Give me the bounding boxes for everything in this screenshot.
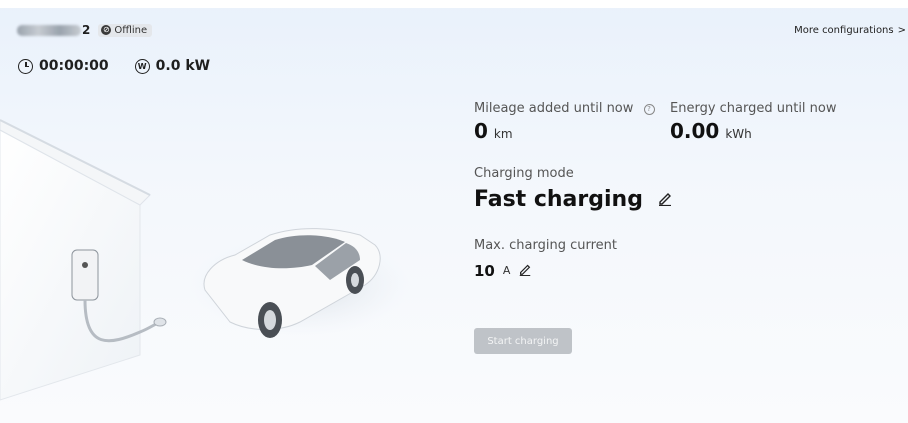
energy-block: Energy charged until now — [670, 97, 837, 116]
energy-label: Energy charged until now — [670, 101, 837, 116]
mileage-label: Mileage added until now — [474, 101, 634, 116]
charging-mode-row: Fast charging — [474, 187, 673, 212]
energy-value: 0.00 — [670, 119, 720, 143]
device-name-suffix: 2 — [82, 23, 91, 37]
power-value: 0.0 kW — [155, 58, 211, 74]
mileage-value: 0 — [474, 119, 488, 143]
mileage-value-row: 0 km — [474, 119, 513, 143]
max-current-unit: A — [502, 264, 511, 277]
info-icon[interactable]: ? — [643, 104, 655, 115]
duration-stat: 00:00:00 — [18, 58, 109, 74]
top-strip — [0, 0, 908, 8]
max-current-value: 10 — [474, 261, 495, 280]
power-stat: W 0.0 kW — [134, 58, 211, 74]
edit-max-current-pencil-icon[interactable] — [518, 261, 532, 280]
device-header: 2 ⊘ Offline — [17, 23, 153, 37]
mileage-unit: km — [493, 127, 513, 141]
energy-unit: kWh — [725, 127, 752, 141]
mileage-block: Mileage added until now ? — [474, 97, 655, 116]
charging-mode-value: Fast charging — [474, 187, 643, 212]
house-wall — [0, 129, 141, 401]
charging-mode-label: Charging mode — [474, 166, 574, 181]
device-name: 2 — [17, 23, 90, 37]
chevron-right-icon: > — [897, 25, 906, 36]
power-w-icon: W — [134, 58, 150, 74]
edit-charging-mode-pencil-icon[interactable] — [657, 190, 673, 210]
status-label: Offline — [114, 24, 148, 36]
start-charging-button[interactable]: Start charging — [474, 328, 572, 354]
offline-icon: ⊘ — [101, 25, 112, 35]
energy-value-row: 0.00 kWh — [670, 119, 752, 143]
max-current-label: Max. charging current — [474, 238, 617, 253]
device-name-redacted — [17, 24, 81, 36]
duration-value: 00:00:00 — [39, 58, 109, 74]
status-badge: ⊘ Offline — [98, 23, 153, 37]
wallbox-charger — [71, 249, 99, 301]
clock-icon — [18, 58, 33, 74]
session-stats: 00:00:00 W 0.0 kW — [18, 58, 210, 74]
more-configurations-link[interactable]: More configurations > — [794, 25, 906, 36]
charging-illustration — [0, 119, 410, 401]
more-configurations-label: More configurations — [794, 25, 894, 36]
max-current-row: 10 A — [474, 261, 532, 280]
